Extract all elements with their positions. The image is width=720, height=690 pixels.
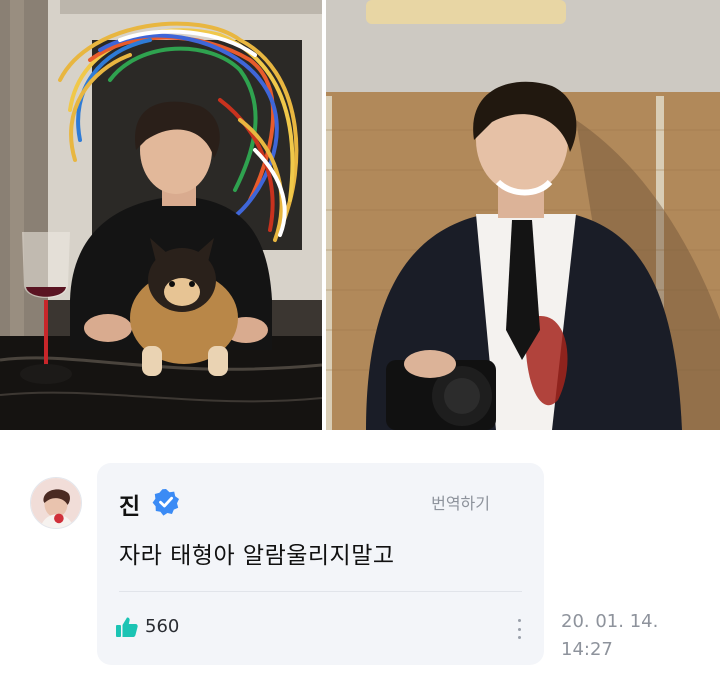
comment-bubble: 진 번역하기 자라 태형아 알람울리지말고 560 <box>97 463 544 665</box>
photo-left-image <box>0 0 322 430</box>
more-vertical-icon[interactable] <box>515 616 523 642</box>
translate-button[interactable]: 번역하기 <box>431 490 490 514</box>
author-name[interactable]: 진 <box>119 487 140 521</box>
verified-check-icon <box>152 489 179 516</box>
avatar-image <box>31 478 81 528</box>
divider <box>119 591 522 592</box>
like-count: 560 <box>145 616 180 637</box>
comment-time: 14:27 <box>561 639 613 660</box>
comment-date: 20. 01. 14. <box>561 611 659 632</box>
comment-text: 자라 태형아 알람울리지말고 <box>119 543 395 569</box>
thumbs-up-icon[interactable] <box>115 615 139 639</box>
comment-timestamp: 20. 01. 14. 14:27 <box>561 608 658 664</box>
photo-right <box>326 0 720 430</box>
comment-section: 진 번역하기 자라 태형아 알람울리지말고 560 20. 01. 14. 14… <box>0 430 720 690</box>
photo-right-image <box>326 0 720 430</box>
photo-collage <box>0 0 720 430</box>
photo-left <box>0 0 322 430</box>
author-avatar[interactable] <box>30 477 82 529</box>
